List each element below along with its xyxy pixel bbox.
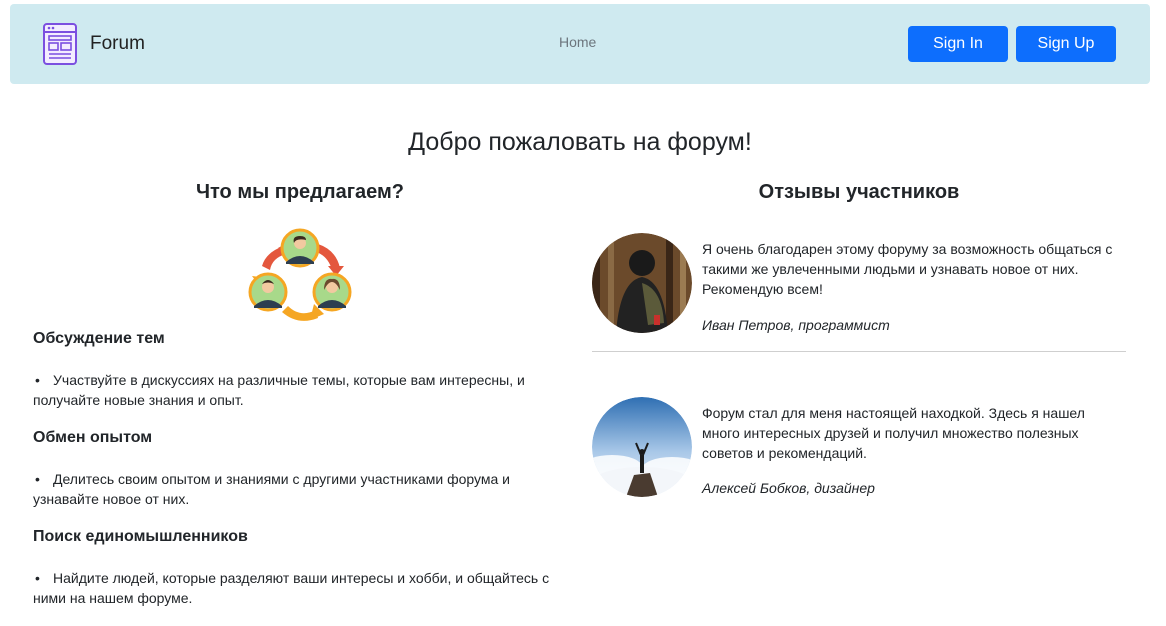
bullet: •	[35, 372, 40, 388]
review-author: Иван Петров, программист	[702, 317, 890, 333]
offer-text-likeminded: • Найдите людей, которые разделяют ваши и…	[33, 570, 550, 606]
review-card: Я очень благодарен этому форуму за возмо…	[592, 233, 1126, 343]
sign-in-button[interactable]: Sign In	[908, 26, 1008, 62]
offer-text-experience: • Делитесь своим опытом и знаниями с друг…	[33, 471, 510, 507]
offer-heading-discussion: Обсуждение тем	[33, 330, 165, 347]
avatar	[592, 397, 692, 497]
offer-text-discussion: • Участвуйте в дискуссиях на различные те…	[33, 372, 525, 408]
sign-up-button[interactable]: Sign Up	[1016, 26, 1116, 62]
review-author: Алексей Бобков, дизайнер	[702, 480, 875, 496]
reviews-title: Отзывы участников	[758, 181, 960, 203]
bullet: •	[35, 570, 40, 586]
layout-window-icon	[43, 23, 77, 65]
offer-heading-experience: Обмен опытом	[33, 429, 153, 446]
avatar	[592, 233, 692, 333]
brand[interactable]: Forum	[42, 22, 145, 66]
navbar: Forum Home Sign In Sign Up	[10, 4, 1150, 84]
brand-name: Forum	[90, 33, 145, 54]
review-card: Форум стал для меня настоящей находкой. …	[592, 397, 1126, 507]
review-text: Форум стал для меня настоящей находкой. …	[702, 405, 1085, 461]
page-title: Добро пожаловать на форум!	[408, 128, 752, 156]
offer-title: Что мы предлагаем?	[195, 181, 405, 203]
review-text: Я очень благодарен этому форуму за возмо…	[702, 241, 1113, 297]
nav-home-link[interactable]: Home	[559, 34, 596, 50]
community-cycle-icon	[248, 228, 352, 321]
offer-heading-likeminded: Поиск единомышленников	[33, 528, 248, 545]
bullet: •	[35, 471, 40, 487]
review-divider	[592, 351, 1126, 352]
